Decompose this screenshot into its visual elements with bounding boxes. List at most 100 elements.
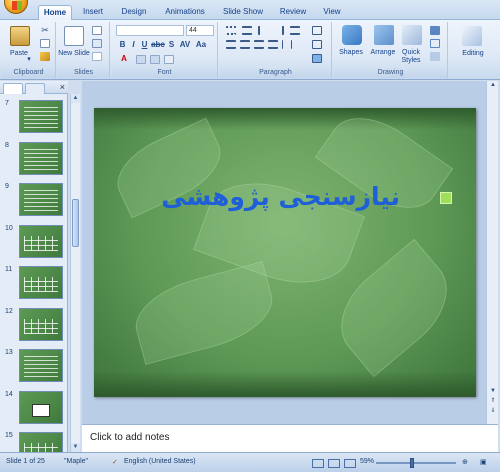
current-slide[interactable]: نیازسنجی پژوهشی [94, 108, 476, 397]
tab-insert[interactable]: Insert [78, 5, 108, 20]
slide-thumbnail[interactable] [19, 390, 63, 424]
paste-dropdown-icon[interactable]: ▾ [24, 56, 34, 64]
clear-formatting-icon[interactable] [164, 55, 174, 64]
shape-effects-icon[interactable] [430, 52, 440, 61]
strikethrough-button[interactable]: abc [151, 40, 165, 50]
normal-view-icon[interactable] [312, 459, 324, 468]
underline-button[interactable]: U [140, 40, 149, 50]
line-spacing-icon[interactable] [290, 26, 300, 35]
close-pane-icon[interactable]: × [60, 82, 65, 92]
thumbnail-text-line [24, 376, 58, 377]
font-size-field[interactable]: 44 [186, 25, 214, 36]
editing-icon[interactable] [462, 26, 482, 46]
align-left-icon[interactable] [226, 40, 236, 49]
scroll-down-icon[interactable]: ▼ [488, 387, 498, 396]
slide-thumbnail[interactable] [19, 141, 63, 175]
shapes-button[interactable]: Shapes [334, 49, 368, 57]
new-slide-button[interactable]: New Slide [58, 50, 90, 58]
shapes-icon[interactable] [342, 25, 362, 45]
quick-styles-button[interactable]: Quick Styles [396, 49, 426, 65]
cut-icon[interactable]: ✂ [40, 26, 50, 35]
increase-indent-icon[interactable] [274, 26, 284, 35]
thumbnail-text-line [24, 368, 58, 369]
slide-thumbnail[interactable] [19, 349, 63, 382]
change-case-button[interactable]: Aa [194, 40, 208, 50]
group-editing: Editing [450, 22, 496, 78]
font-name-field[interactable] [116, 25, 184, 36]
previous-slide-icon[interactable]: ⇑ [488, 397, 498, 406]
layout-icon[interactable] [92, 26, 102, 35]
arrange-button[interactable]: Arrange [366, 49, 400, 57]
spelling-icon[interactable]: ✓ [112, 458, 118, 466]
smartart-icon[interactable] [312, 54, 322, 63]
thumbnail-text-line [24, 148, 58, 150]
thumbnail-text-line [24, 206, 58, 207]
thumbnail-scrollbar[interactable]: ▲ ▼ [70, 94, 80, 452]
shape-outline-icon[interactable] [430, 39, 440, 48]
numbering-icon[interactable] [242, 26, 252, 35]
slide-thumbnail[interactable] [19, 224, 63, 258]
scroll-up-icon[interactable]: ▲ [488, 81, 498, 90]
thumbnail-text-line [24, 160, 58, 162]
scroll-thumb[interactable] [72, 199, 79, 247]
char-spacing-button[interactable]: AV [178, 40, 192, 50]
outline-slides-tabs: × [0, 81, 68, 94]
slide-counter: Slide 1 of 25 [6, 458, 45, 465]
paste-icon[interactable] [10, 26, 30, 46]
justify-icon[interactable] [268, 40, 278, 49]
language-indicator[interactable]: English (United States) [124, 458, 196, 465]
arrange-icon[interactable] [374, 25, 394, 45]
scroll-down-icon[interactable]: ▼ [71, 443, 80, 452]
delete-slide-icon[interactable] [92, 52, 102, 61]
reset-icon[interactable] [92, 39, 102, 48]
tab-review[interactable]: Review [276, 5, 310, 20]
tab-view[interactable]: View [318, 5, 346, 20]
columns-icon[interactable] [282, 40, 292, 49]
slide-scrollbar[interactable]: ▲ ▼ ⇑ ⇓ [486, 81, 498, 424]
text-direction-icon[interactable] [312, 26, 322, 35]
bold-button[interactable]: B [118, 40, 127, 50]
zoom-in-icon[interactable]: ⊕ [462, 458, 468, 466]
office-button[interactable] [4, 0, 28, 14]
format-painter-icon[interactable] [40, 52, 50, 61]
slide-thumbnail[interactable] [19, 183, 63, 216]
shadow-button[interactable]: S [167, 40, 176, 50]
bullets-icon[interactable] [226, 26, 236, 35]
zoom-slider[interactable] [376, 462, 456, 464]
grow-font-icon[interactable] [136, 55, 146, 64]
slide-thumbnail[interactable] [19, 100, 63, 133]
slide-thumbnail-list[interactable]: 7 8 9 10 11 12 13 14 15 [0, 94, 68, 452]
quick-styles-icon[interactable] [402, 25, 422, 45]
tab-slides-pane[interactable] [3, 83, 23, 94]
italic-button[interactable]: I [129, 40, 138, 50]
align-text-icon[interactable] [312, 40, 322, 49]
tab-home[interactable]: Home [38, 5, 72, 20]
new-slide-icon[interactable] [64, 26, 84, 46]
shrink-font-icon[interactable] [150, 55, 160, 64]
zoom-slider-handle[interactable] [410, 458, 414, 468]
align-center-icon[interactable] [240, 40, 250, 49]
copy-icon[interactable] [40, 39, 50, 48]
shape-fill-icon[interactable] [430, 26, 440, 35]
scroll-up-icon[interactable]: ▲ [71, 94, 80, 103]
font-color-button[interactable]: A [118, 54, 130, 64]
slide-title[interactable]: نیازسنجی پژوهشی [154, 182, 400, 218]
tab-outline-pane[interactable] [25, 83, 45, 94]
slide-sorter-icon[interactable] [328, 459, 340, 468]
zoom-level[interactable]: 59% [360, 458, 374, 465]
tab-design[interactable]: Design [118, 5, 150, 20]
notes-placeholder[interactable]: Click to add notes [90, 432, 170, 443]
slide-thumbnail[interactable] [19, 266, 63, 299]
notes-pane[interactable]: Click to add notes [82, 424, 498, 452]
fit-to-window-icon[interactable]: ▣ [480, 458, 487, 466]
tab-slide-show[interactable]: Slide Show [218, 5, 268, 20]
next-slide-icon[interactable]: ⇓ [488, 407, 498, 416]
slide-thumbnail[interactable] [19, 307, 63, 341]
tab-animations[interactable]: Animations [160, 5, 210, 20]
slideshow-view-icon[interactable] [344, 459, 356, 468]
decrease-indent-icon[interactable] [258, 26, 268, 35]
editing-button[interactable]: Editing [452, 50, 494, 58]
align-right-icon[interactable] [254, 40, 264, 49]
slide-thumbnail[interactable] [19, 432, 63, 452]
thumbnail-text-line [24, 152, 58, 154]
